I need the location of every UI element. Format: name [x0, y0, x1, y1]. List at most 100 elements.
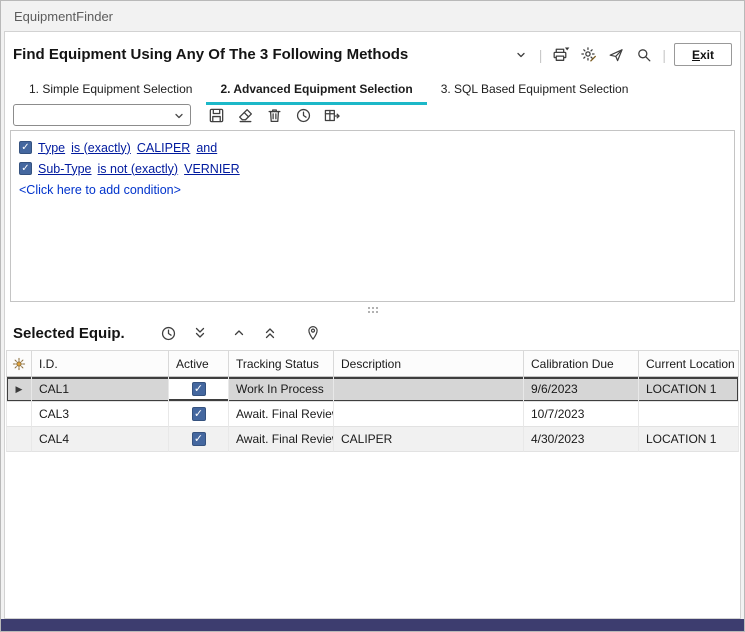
- row-indicator: [6, 427, 32, 452]
- column-header-active[interactable]: Active: [169, 350, 229, 377]
- cell-current-location[interactable]: LOCATION 1: [639, 427, 739, 452]
- condition-builder-panel: ✓ Type is (exactly) CALIPER and ✓ Sub-Ty…: [10, 130, 735, 302]
- header-actions: |: [511, 43, 732, 66]
- active-checkbox[interactable]: ✓: [192, 407, 206, 421]
- cell-description[interactable]: [334, 402, 524, 427]
- chevron-up-icon: [231, 325, 247, 341]
- clock-icon: [295, 107, 312, 124]
- grid-customize-button[interactable]: [6, 350, 32, 377]
- condition-row: ✓ Type is (exactly) CALIPER and: [19, 137, 726, 158]
- table-arrow-icon: [323, 107, 341, 124]
- cell-calibration-due[interactable]: 10/7/2023: [524, 402, 639, 427]
- gear-edit-icon: [580, 46, 597, 63]
- delete-filter-button[interactable]: [264, 105, 284, 125]
- main-panel: Find Equipment Using Any Of The 3 Follow…: [4, 31, 741, 619]
- cell-description[interactable]: [334, 377, 524, 402]
- filter-toolbar: [13, 103, 342, 127]
- condition-conjunction-link[interactable]: and: [196, 141, 217, 155]
- column-header-current-location[interactable]: Current Location: [639, 350, 739, 377]
- title-bar: EquipmentFinder: [1, 1, 744, 31]
- cell-id[interactable]: CAL1: [32, 377, 169, 402]
- sun-icon: [12, 357, 26, 371]
- cell-calibration-due[interactable]: 9/6/2023: [524, 377, 639, 402]
- saved-filter-combobox[interactable]: [13, 104, 191, 126]
- window-title: EquipmentFinder: [14, 9, 113, 24]
- condition-row: ✓ Sub-Type is not (exactly) VERNIER: [19, 158, 726, 179]
- move-to-top-button[interactable]: [260, 323, 280, 343]
- cell-active[interactable]: ✓: [169, 402, 229, 427]
- status-strip: [1, 619, 744, 631]
- tab-sql-based-equipment-selection[interactable]: 3. SQL Based Equipment Selection: [427, 78, 643, 105]
- column-header-description[interactable]: Description: [334, 350, 524, 377]
- column-header-id[interactable]: I.D.: [32, 350, 169, 377]
- condition-operator-link[interactable]: is not (exactly): [98, 162, 179, 176]
- cell-tracking-status[interactable]: Await. Final Review: [229, 402, 334, 427]
- save-filter-button[interactable]: [206, 105, 226, 125]
- paper-plane-icon: [608, 47, 624, 63]
- tab-advanced-equipment-selection[interactable]: 2. Advanced Equipment Selection: [206, 78, 426, 105]
- condition-checkbox[interactable]: ✓: [19, 141, 32, 154]
- layout-dropdown-button[interactable]: [511, 45, 531, 65]
- add-condition-link[interactable]: <Click here to add condition>: [19, 179, 726, 200]
- cell-id[interactable]: CAL3: [32, 402, 169, 427]
- condition-field-link[interactable]: Sub-Type: [38, 162, 92, 176]
- floppy-disk-icon: [208, 107, 225, 124]
- exit-button[interactable]: Exit: [674, 43, 732, 66]
- eraser-icon: [237, 107, 254, 124]
- chevron-down-icon: [515, 49, 527, 61]
- cell-current-location[interactable]: LOCATION 1: [639, 377, 739, 402]
- grid-header: I.D. Active Tracking Status Description …: [6, 350, 739, 377]
- tab-simple-equipment-selection[interactable]: 1. Simple Equipment Selection: [15, 78, 206, 105]
- panel-splitter[interactable]: [5, 303, 740, 316]
- search-icon: [636, 47, 652, 63]
- cell-tracking-status[interactable]: Work In Process: [229, 377, 334, 402]
- active-checkbox[interactable]: ✓: [192, 432, 206, 446]
- condition-value-link[interactable]: CALIPER: [137, 141, 191, 155]
- cell-id[interactable]: CAL4: [32, 427, 169, 452]
- filter-history-button[interactable]: [293, 105, 313, 125]
- condition-value-link[interactable]: VERNIER: [184, 162, 240, 176]
- tab-strip: 1. Simple Equipment Selection 2. Advance…: [15, 78, 642, 105]
- cell-current-location[interactable]: [639, 402, 739, 427]
- table-row[interactable]: ▶ CAL1 ✓ Work In Process 9/6/2023 LOCATI…: [6, 377, 739, 402]
- condition-operator-link[interactable]: is (exactly): [71, 141, 131, 155]
- apply-filter-to-grid-button[interactable]: [322, 105, 342, 125]
- move-to-bottom-button[interactable]: [190, 323, 210, 343]
- settings-button[interactable]: [578, 45, 598, 65]
- page-header: Find Equipment Using Any Of The 3 Follow…: [13, 41, 732, 68]
- search-button[interactable]: [634, 45, 654, 65]
- divider: |: [662, 47, 666, 63]
- selected-equipment-toolbar: [159, 323, 323, 343]
- cell-active[interactable]: ✓: [169, 377, 229, 402]
- column-header-calibration-due[interactable]: Calibration Due: [524, 350, 639, 377]
- chevron-down-icon: [173, 110, 185, 122]
- send-button[interactable]: [606, 45, 626, 65]
- cell-tracking-status[interactable]: Await. Final Review: [229, 427, 334, 452]
- row-indicator: ▶: [6, 377, 32, 402]
- location-pin-icon: [305, 325, 321, 341]
- splitter-grip-icon: [368, 307, 370, 309]
- page-title: Find Equipment Using Any Of The 3 Follow…: [13, 46, 408, 63]
- active-checkbox[interactable]: ✓: [192, 382, 206, 396]
- clock-icon: [160, 325, 177, 342]
- clear-filter-button[interactable]: [235, 105, 255, 125]
- locate-equipment-button[interactable]: [303, 323, 323, 343]
- selected-equipment-title: Selected Equip.: [13, 325, 125, 342]
- move-up-button[interactable]: [229, 323, 249, 343]
- condition-checkbox[interactable]: ✓: [19, 162, 32, 175]
- cell-active[interactable]: ✓: [169, 427, 229, 452]
- grid-body: ▶ CAL1 ✓ Work In Process 9/6/2023 LOCATI…: [6, 377, 739, 452]
- divider: |: [539, 47, 543, 63]
- printer-icon: [551, 46, 570, 63]
- condition-field-link[interactable]: Type: [38, 141, 65, 155]
- column-header-tracking-status[interactable]: Tracking Status: [229, 350, 334, 377]
- cell-description[interactable]: CALIPER: [334, 427, 524, 452]
- equipment-history-button[interactable]: [159, 323, 179, 343]
- selected-equipment-grid: I.D. Active Tracking Status Description …: [6, 350, 739, 452]
- double-chevron-down-icon: [192, 325, 208, 341]
- cell-calibration-due[interactable]: 4/30/2023: [524, 427, 639, 452]
- table-row[interactable]: CAL3 ✓ Await. Final Review 10/7/2023: [6, 402, 739, 427]
- print-button[interactable]: [550, 45, 570, 65]
- trash-icon: [266, 107, 283, 124]
- table-row[interactable]: CAL4 ✓ Await. Final Review CALIPER 4/30/…: [6, 427, 739, 452]
